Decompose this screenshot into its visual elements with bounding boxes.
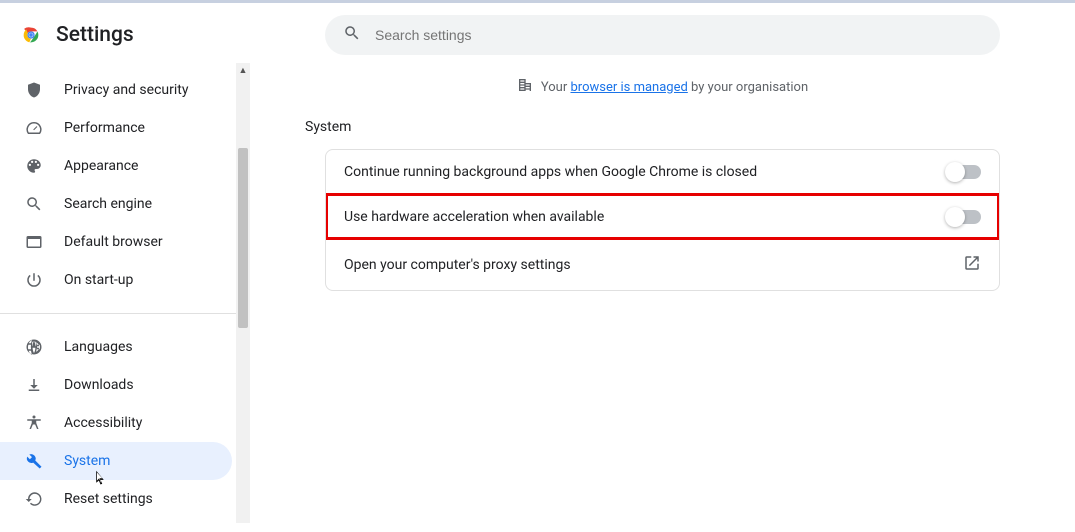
section-title: System	[305, 119, 351, 135]
row-label: Open your computer's proxy settings	[344, 257, 571, 273]
scrollbar[interactable]: ▲	[236, 63, 250, 523]
nav-label: Accessibility	[64, 415, 142, 431]
sidebar-item-search-engine[interactable]: Search engine	[0, 185, 232, 223]
palette-icon	[24, 157, 44, 175]
settings-card: Continue running background apps when Go…	[325, 149, 1000, 291]
external-link-icon	[963, 254, 981, 276]
building-icon	[517, 77, 533, 97]
nav-label: Search engine	[64, 196, 152, 212]
row-hardware-acceleration[interactable]: Use hardware acceleration when available	[326, 194, 999, 239]
globe-icon	[24, 338, 44, 356]
nav-divider	[0, 313, 250, 314]
nav-label: Languages	[64, 339, 133, 355]
accessibility-icon	[24, 414, 44, 432]
power-icon	[24, 271, 44, 289]
sidebar-item-default-browser[interactable]: Default browser	[0, 223, 232, 261]
sidebar-header: Settings	[0, 15, 250, 65]
row-proxy-settings[interactable]: Open your computer's proxy settings	[326, 239, 999, 290]
search-icon	[24, 195, 44, 213]
sidebar-item-performance[interactable]: Performance	[0, 109, 232, 147]
sidebar-item-accessibility[interactable]: Accessibility	[0, 404, 232, 442]
search-input[interactable]	[375, 27, 982, 43]
main-content: Your browser is managed by your organisa…	[250, 3, 1075, 532]
scroll-thumb[interactable]	[238, 148, 248, 328]
sidebar-item-system[interactable]: System	[0, 442, 232, 480]
row-label: Use hardware acceleration when available	[344, 209, 604, 225]
nav-label: Downloads	[64, 377, 134, 393]
scroll-up-icon[interactable]: ▲	[236, 63, 250, 77]
sidebar-item-downloads[interactable]: Downloads	[0, 366, 232, 404]
sidebar-item-reset[interactable]: Reset settings	[0, 480, 232, 518]
managed-notice: Your browser is managed by your organisa…	[517, 77, 808, 97]
row-label: Continue running background apps when Go…	[344, 164, 757, 180]
nav-label: Performance	[64, 120, 145, 136]
sidebar-item-on-startup[interactable]: On start-up	[0, 261, 232, 299]
page-title: Settings	[56, 23, 134, 47]
nav-label: Default browser	[64, 234, 163, 250]
managed-text: Your browser is managed by your organisa…	[541, 80, 808, 95]
wrench-icon	[24, 452, 44, 470]
download-icon	[24, 376, 44, 394]
toggle-background-apps[interactable]	[947, 165, 981, 179]
search-bar[interactable]	[325, 15, 1000, 55]
nav-section-advanced: Languages Downloads Accessibility System…	[0, 322, 250, 524]
chrome-logo-icon	[20, 24, 42, 46]
nav-label: Reset settings	[64, 491, 153, 507]
sidebar: Settings Privacy and security Performanc…	[0, 3, 250, 532]
speedometer-icon	[24, 119, 44, 137]
browser-icon	[24, 233, 44, 251]
restore-icon	[24, 490, 44, 508]
nav-section-main: Privacy and security Performance Appeara…	[0, 65, 250, 305]
sidebar-item-appearance[interactable]: Appearance	[0, 147, 232, 185]
sidebar-item-languages[interactable]: Languages	[0, 328, 232, 366]
nav-label: Privacy and security	[64, 82, 188, 98]
search-icon	[343, 24, 361, 46]
nav-label: On start-up	[64, 272, 133, 288]
shield-icon	[24, 81, 44, 99]
row-background-apps[interactable]: Continue running background apps when Go…	[326, 150, 999, 194]
sidebar-item-privacy[interactable]: Privacy and security	[0, 71, 232, 109]
nav-label: Appearance	[64, 158, 138, 174]
toggle-hardware-acceleration[interactable]	[947, 210, 981, 224]
nav-label: System	[64, 453, 110, 469]
managed-link[interactable]: browser is managed	[570, 80, 687, 95]
